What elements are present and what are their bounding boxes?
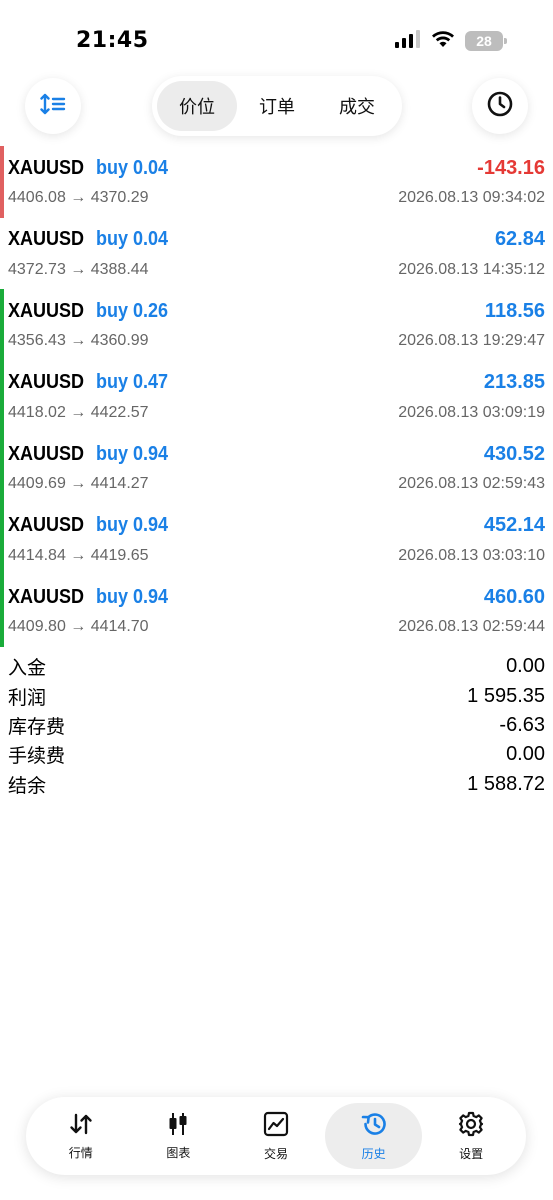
- row-indicator: [0, 360, 4, 432]
- row-side-volume: buy 0.94: [96, 585, 169, 608]
- row-time: 2026.08.13 03:03:10: [398, 546, 545, 564]
- candlestick-chart-icon: [166, 1112, 190, 1140]
- sort-icon: [40, 92, 66, 120]
- position-row[interactable]: XAUUSD buy 0.04 -143.16 4406.08 → 4370.29…: [0, 146, 553, 218]
- summary-profit: 利润 1 595.35: [8, 681, 545, 710]
- row-time: 2026.08.13 14:35:12: [398, 260, 545, 278]
- summary-value: 0.00: [506, 655, 545, 678]
- row-side-volume: buy 0.94: [96, 514, 169, 536]
- tab-settings[interactable]: 设置: [422, 1103, 520, 1169]
- summary-label: 手续费: [8, 745, 66, 768]
- row-symbol: XAUUSD: [8, 299, 85, 322]
- row-prices: 4409.69 → 4414.27: [8, 475, 149, 492]
- tab-charts[interactable]: 图表: [130, 1103, 228, 1169]
- summary-section: 入金 0.00 利润 1 595.35 库存费 -6.63 手续费 0.00 结…: [0, 652, 553, 799]
- quotes-arrows-icon: [68, 1112, 94, 1140]
- row-prices: 4356.43 → 4360.99: [8, 332, 149, 349]
- row-prices: 4406.08 → 4370.29: [8, 189, 149, 206]
- gear-icon: [458, 1111, 484, 1141]
- battery-level: 28: [476, 33, 492, 49]
- summary-label: 库存费: [8, 715, 66, 738]
- row-symbol: XAUUSD: [8, 228, 85, 250]
- status-time: 21:45: [76, 28, 149, 53]
- summary-swap: 库存费 -6.63: [8, 711, 545, 740]
- row-time: 2026.08.13 09:34:02: [398, 189, 545, 206]
- signal-icon: [395, 30, 421, 52]
- history-segmented-control: 价位 订单 成交: [152, 76, 402, 136]
- clock-icon: [486, 90, 514, 122]
- sort-button[interactable]: [25, 78, 81, 134]
- row-symbol: XAUUSD: [8, 371, 85, 393]
- row-time: 2026.08.13 03:09:19: [398, 403, 545, 421]
- summary-label: 利润: [8, 686, 47, 709]
- row-side-volume: buy 0.94: [96, 442, 169, 465]
- row-profit: 62.84: [494, 228, 545, 250]
- summary-label: 入金: [8, 657, 47, 680]
- tab-label: 历史: [361, 1146, 386, 1161]
- position-row[interactable]: XAUUSD buy 0.94 452.14 4414.84 → 4419.65 …: [0, 503, 553, 575]
- segment-deals[interactable]: 成交: [317, 81, 397, 131]
- row-symbol: XAUUSD: [8, 585, 85, 608]
- tab-label: 图表: [166, 1145, 191, 1160]
- row-profit: -143.16: [477, 156, 545, 179]
- trade-chart-icon: [263, 1111, 289, 1141]
- battery-icon: 28: [465, 31, 507, 51]
- row-side-volume: buy 0.47: [96, 371, 169, 393]
- summary-commission: 手续费 0.00: [8, 740, 545, 769]
- history-list: XAUUSD buy 0.04 -143.16 4406.08 → 4370.29…: [0, 146, 553, 647]
- tab-history[interactable]: 历史: [324, 1103, 423, 1169]
- summary-value: 0.00: [506, 743, 545, 766]
- position-row[interactable]: XAUUSD buy 0.94 430.52 4409.69 → 4414.27 …: [0, 432, 553, 504]
- row-profit: 118.56: [484, 299, 545, 322]
- row-side-volume: buy 0.26: [96, 299, 169, 322]
- summary-value: 1 588.72: [467, 772, 545, 795]
- row-prices: 4409.80 → 4414.70: [8, 618, 149, 635]
- tab-label: 交易: [263, 1146, 288, 1161]
- row-prices: 4414.84 → 4419.65: [8, 546, 149, 564]
- top-toolbar: 价位 订单 成交: [0, 76, 553, 136]
- row-indicator: [0, 432, 4, 504]
- row-indicator: [0, 218, 4, 290]
- summary-deposit: 入金 0.00: [8, 652, 545, 681]
- row-profit: 213.85: [483, 371, 545, 393]
- summary-value: 1 595.35: [467, 684, 545, 707]
- row-time: 2026.08.13 02:59:43: [398, 475, 545, 492]
- row-prices: 4372.73 → 4388.44: [8, 260, 149, 278]
- tab-label: 行情: [68, 1145, 93, 1160]
- segment-positions[interactable]: 价位: [157, 81, 237, 131]
- summary-balance: 结余 1 588.72: [8, 770, 545, 799]
- history-clock-icon: [360, 1111, 388, 1141]
- row-profit: 460.60: [483, 585, 545, 608]
- tab-quotes[interactable]: 行情: [32, 1103, 130, 1169]
- row-side-volume: buy 0.04: [96, 156, 169, 179]
- bottom-tab-bar: 行情 图表 交易 历史 设置: [26, 1097, 526, 1175]
- summary-value: -6.63: [499, 713, 545, 736]
- row-indicator: [0, 503, 4, 575]
- summary-label: 结余: [8, 774, 47, 797]
- segment-orders[interactable]: 订单: [237, 81, 317, 131]
- period-button[interactable]: [472, 78, 528, 134]
- row-symbol: XAUUSD: [8, 156, 85, 179]
- tab-label: 设置: [459, 1146, 484, 1161]
- row-symbol: XAUUSD: [8, 442, 85, 465]
- row-profit: 452.14: [483, 514, 545, 536]
- row-indicator: [0, 289, 4, 361]
- row-indicator: [0, 146, 4, 218]
- position-row[interactable]: XAUUSD buy 0.04 62.84 4372.73 → 4388.44 2…: [0, 218, 553, 290]
- row-indicator: [0, 575, 4, 647]
- row-side-volume: buy 0.04: [96, 228, 169, 250]
- status-indicators: 28: [395, 30, 507, 52]
- row-time: 2026.08.13 02:59:44: [398, 618, 545, 635]
- tab-trade[interactable]: 交易: [227, 1103, 325, 1169]
- row-prices: 4418.02 → 4422.57: [8, 403, 149, 421]
- position-row[interactable]: XAUUSD buy 0.26 118.56 4356.43 → 4360.99 …: [0, 289, 553, 361]
- row-symbol: XAUUSD: [8, 514, 85, 536]
- position-row[interactable]: XAUUSD buy 0.94 460.60 4409.80 → 4414.70 …: [0, 575, 553, 647]
- row-time: 2026.08.13 19:29:47: [398, 332, 545, 349]
- wifi-icon: [431, 30, 455, 52]
- row-profit: 430.52: [483, 442, 545, 465]
- position-row[interactable]: XAUUSD buy 0.47 213.85 4418.02 → 4422.57 …: [0, 360, 553, 432]
- status-bar: 21:45 28: [0, 0, 553, 80]
